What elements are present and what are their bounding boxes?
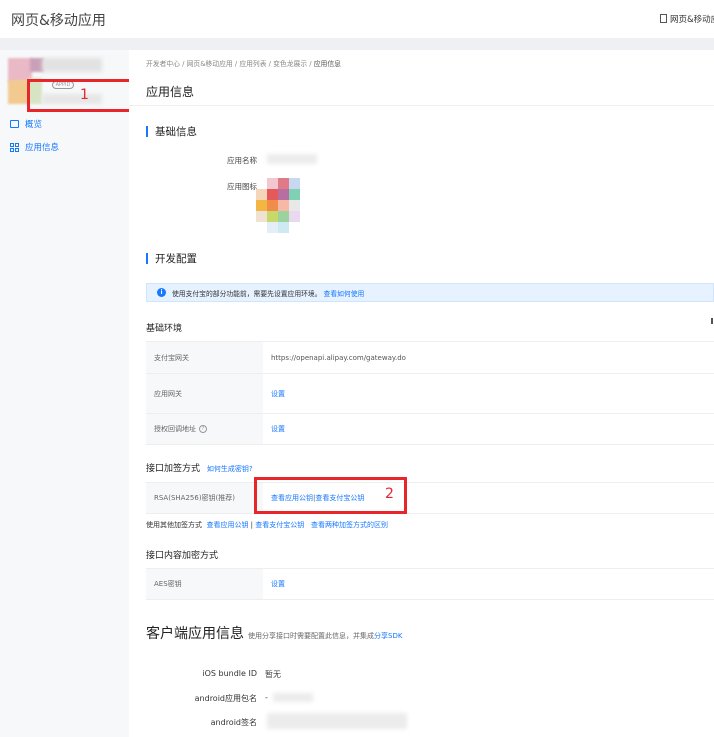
android-signature-blurred	[267, 713, 407, 729]
sidebar-item-label: 概览	[25, 120, 43, 130]
title-divider	[129, 105, 714, 106]
callback-url-label: 授权回调地址?	[146, 414, 263, 444]
scrollbar-marker[interactable]	[711, 318, 713, 324]
table-row: 授权回调地址? 设置	[146, 414, 714, 445]
other-view-alipay-key-link[interactable]: 查看支付宝公钥	[255, 521, 304, 529]
android-signature-label: android签名	[210, 718, 257, 727]
info-icon: i	[157, 288, 166, 297]
app-title: 网页&移动应用	[11, 13, 106, 29]
monitor-icon	[10, 120, 19, 128]
header-doc-link[interactable]: 网页&移动应	[660, 13, 714, 25]
encrypt-table: AES密钥 设置	[146, 568, 714, 600]
app-icon-label: 应用图标	[227, 182, 257, 191]
annotation-number-2: 2	[385, 486, 394, 502]
annotation-number-1: 1	[80, 87, 89, 103]
sign-heading: 接口加签方式 如何生成密钥?	[146, 464, 253, 474]
gateway-value: https://openapi.alipay.com/gateway.do	[271, 353, 406, 362]
help-icon[interactable]: ?	[199, 425, 207, 433]
breadcrumb-current: 应用信息	[313, 60, 341, 68]
encrypt-heading: 接口内容加密方式	[146, 551, 219, 561]
generate-key-help-link[interactable]: 如何生成密钥?	[207, 465, 253, 473]
table-row: RSA(SHA256)密钥(推荐) 查看应用公钥 | 查看支付宝公钥	[146, 483, 714, 514]
sidebar: APPID 概览 应用信息	[0, 50, 129, 737]
gateway-label: 支付宝网关	[146, 342, 263, 373]
android-package-blurred	[273, 693, 313, 702]
section-accent-bar	[146, 253, 148, 264]
ios-bundle-value: 暂无	[265, 670, 281, 679]
sidebar-item-app-info[interactable]: 应用信息	[10, 141, 59, 153]
app-icon-blurred	[255, 178, 317, 236]
compare-sign-methods-link[interactable]: 查看两种加签方式的区别	[311, 521, 388, 529]
aes-key-set-link[interactable]: 设置	[271, 579, 285, 589]
android-package-value: -	[265, 693, 268, 702]
table-row: 应用网关 设置	[146, 374, 714, 414]
android-package-label: android应用包名	[194, 694, 257, 703]
page-title: 应用信息	[146, 85, 195, 99]
sidebar-item-label: 应用信息	[25, 143, 60, 153]
share-sdk-link[interactable]: 分享SDK	[374, 632, 402, 640]
breadcrumb-item[interactable]: 网页&移动应用	[187, 60, 233, 68]
main-content: 开发者中心 / 网页&移动应用 / 应用列表 / 变色龙展示 / 应用信息 应用…	[129, 50, 714, 737]
setup-notice: i 使用支付宝的部分功能前，需要先设置应用环境。 查看如何使用	[146, 283, 714, 302]
rsa-key-label: RSA(SHA256)密钥(推荐)	[146, 483, 263, 513]
ios-bundle-label: iOS bundle ID	[202, 669, 257, 678]
callback-url-set-link[interactable]: 设置	[271, 424, 285, 434]
breadcrumb-item[interactable]: 开发者中心	[146, 60, 180, 68]
section-basic-info: 基础信息	[146, 124, 197, 139]
breadcrumb-item[interactable]: 应用列表	[239, 60, 266, 68]
table-row: AES密钥 设置	[146, 569, 714, 600]
notice-help-link[interactable]: 查看如何使用	[324, 288, 365, 298]
header-divider-band	[0, 38, 714, 50]
app-gateway-set-link[interactable]: 设置	[271, 389, 285, 399]
grid-icon	[10, 142, 19, 152]
top-bar: 网页&移动应用 网页&移动应	[0, 0, 714, 38]
app-name-blurred	[267, 154, 317, 164]
other-sign-line: 使用其他加签方式 查看应用公钥 | 查看支付宝公钥 查看两种加签方式的区别	[146, 521, 388, 529]
env-table: 支付宝网关 https://openapi.alipay.com/gateway…	[146, 341, 714, 445]
document-icon	[660, 14, 667, 23]
client-info-heading: 客户端应用信息 使用分享接口时需要配置此信息，并集成分享SDK	[146, 626, 403, 642]
table-row: 支付宝网关 https://openapi.alipay.com/gateway…	[146, 342, 714, 374]
breadcrumb-item[interactable]: 变色龙展示	[273, 60, 307, 68]
app-name-label: 应用名称	[227, 156, 257, 165]
sidebar-item-overview[interactable]: 概览	[10, 118, 42, 130]
app-gateway-label: 应用网关	[146, 374, 263, 413]
aes-key-label: AES密钥	[146, 569, 263, 599]
breadcrumb: 开发者中心 / 网页&移动应用 / 应用列表 / 变色龙展示 / 应用信息	[146, 60, 341, 68]
env-heading: 基础环境	[146, 324, 183, 334]
sign-table: RSA(SHA256)密钥(推荐) 查看应用公钥 | 查看支付宝公钥	[146, 482, 714, 514]
other-view-app-key-link[interactable]: 查看应用公钥	[206, 521, 248, 529]
section-dev-config: 开发配置	[146, 251, 197, 266]
section-accent-bar	[146, 126, 148, 137]
